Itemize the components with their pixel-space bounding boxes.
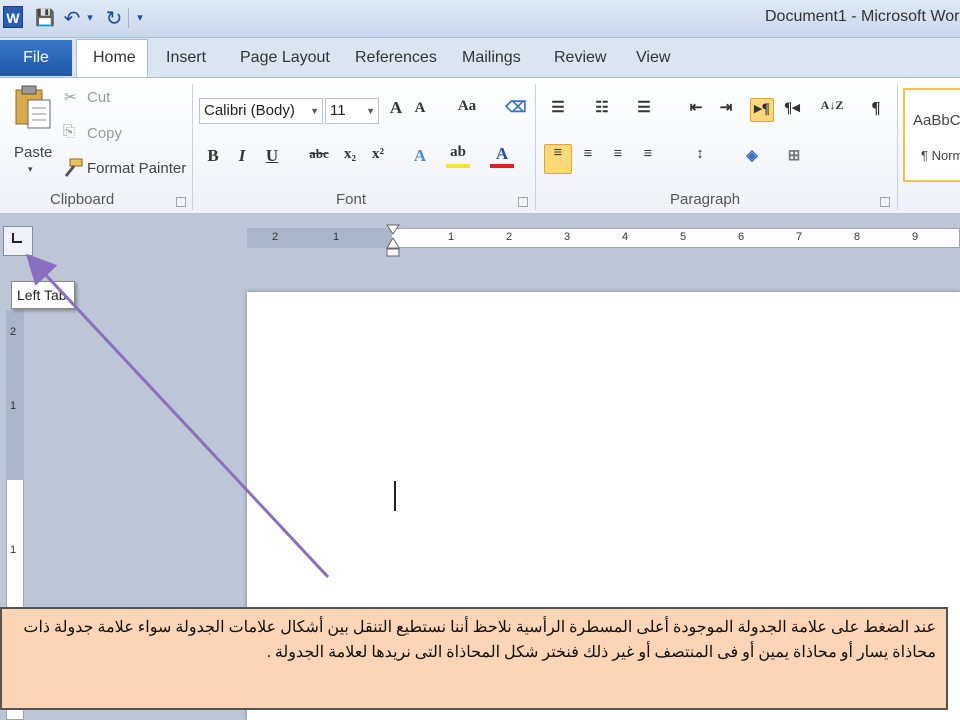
- text-effects-icon[interactable]: A: [408, 146, 432, 170]
- paragraph-launcher-icon[interactable]: [880, 197, 890, 207]
- ruler-number: 1: [10, 544, 17, 556]
- customize-qat-icon[interactable]: ▾: [134, 6, 146, 30]
- subscript-icon[interactable]: x₂: [338, 146, 362, 170]
- text-cursor: [394, 481, 396, 511]
- left-tab-tooltip: Left Tab: [11, 281, 75, 309]
- ruler-number: 1: [448, 231, 455, 243]
- tab-file[interactable]: File: [0, 40, 72, 76]
- strikethrough-icon[interactable]: abc: [304, 146, 334, 170]
- shrink-font-icon[interactable]: A: [408, 100, 432, 124]
- save-icon[interactable]: 💾: [34, 6, 56, 30]
- format-painter-icon: [64, 158, 83, 177]
- ruler-number: 5: [680, 231, 687, 243]
- change-case-icon[interactable]: Aa: [452, 98, 482, 122]
- clipboard-group-label: Clipboard: [50, 191, 115, 208]
- title-bar: W 💾 ↶ ▾ ↻ ▾ Document1 - Microsoft Wor: [0, 0, 960, 38]
- bold-icon[interactable]: B: [201, 146, 225, 170]
- show-formatting-icon[interactable]: ¶: [864, 98, 888, 122]
- increase-indent-icon[interactable]: ⇥: [714, 98, 738, 122]
- tab-view[interactable]: View: [636, 44, 670, 72]
- font-name-value: Calibri (Body): [204, 102, 295, 119]
- rtl-direction-icon[interactable]: ¶◂: [780, 98, 804, 122]
- tab-review[interactable]: Review: [554, 44, 606, 72]
- numbering-icon[interactable]: ☷: [590, 98, 614, 122]
- tab-references[interactable]: References: [355, 44, 437, 72]
- copy-icon: ⎘: [63, 123, 76, 140]
- word-app-icon[interactable]: W: [3, 6, 23, 28]
- tab-mailings[interactable]: Mailings: [462, 44, 521, 72]
- window-title: Document1 - Microsoft Wor: [765, 8, 960, 25]
- borders-icon[interactable]: ⊞: [782, 146, 806, 170]
- align-right-icon[interactable]: ≡: [606, 146, 630, 170]
- shading-icon[interactable]: ◈: [740, 146, 764, 170]
- chevron-down-icon: ▼: [310, 106, 319, 116]
- sort-icon[interactable]: A↓Z: [820, 98, 844, 122]
- paste-icon[interactable]: [12, 84, 52, 130]
- align-left-icon[interactable]: ≡: [544, 144, 572, 174]
- align-center-icon[interactable]: ≡: [576, 146, 600, 170]
- left-tab-icon: [12, 233, 22, 243]
- superscript-icon[interactable]: x²: [366, 146, 390, 170]
- italic-icon[interactable]: I: [230, 146, 254, 170]
- style-normal-label: ¶ Norm: [921, 148, 960, 163]
- copy-button[interactable]: Copy: [87, 125, 122, 142]
- ruler-number: 3: [564, 231, 571, 243]
- ribbon-tabs: File Home Insert Page Layout References …: [0, 38, 960, 79]
- ruler-number: 1: [333, 231, 340, 243]
- cut-button[interactable]: Cut: [87, 89, 110, 106]
- style-sample-text: AaBbC: [913, 112, 960, 129]
- ruler-number: 2: [10, 326, 17, 338]
- undo-dropdown-icon[interactable]: ▾: [84, 6, 96, 30]
- style-normal-tile[interactable]: AaBbC ¶ Norm: [903, 88, 960, 182]
- tab-insert[interactable]: Insert: [166, 44, 206, 72]
- ltr-direction-icon[interactable]: ▸¶: [750, 98, 774, 122]
- paste-button[interactable]: Paste: [14, 144, 52, 161]
- ruler-number: 6: [738, 231, 745, 243]
- font-size-value: 11: [330, 102, 346, 119]
- font-name-select[interactable]: Calibri (Body) ▼: [199, 98, 323, 124]
- grow-font-icon[interactable]: A: [384, 98, 408, 122]
- highlight-icon[interactable]: ab: [446, 144, 470, 168]
- group-separator: [535, 84, 536, 210]
- ruler-number: 7: [796, 231, 803, 243]
- bullets-icon[interactable]: ☰: [546, 98, 570, 122]
- paragraph-group-label: Paragraph: [670, 191, 741, 208]
- scissors-icon: ✂: [64, 89, 77, 106]
- paste-dropdown-icon[interactable]: ▾: [28, 164, 33, 175]
- ruler-number: 2: [272, 231, 279, 243]
- decrease-indent-icon[interactable]: ⇤: [684, 98, 708, 122]
- ruler-number: 1: [10, 400, 17, 412]
- annotation-callout: عند الضغط على علامة الجدولة الموجودة أعل…: [0, 607, 948, 710]
- ribbon: Paste ▾ ✂ Cut ⎘ Copy Format Painter Clip…: [0, 77, 960, 214]
- line-spacing-icon[interactable]: ↕: [688, 146, 712, 170]
- group-separator: [192, 84, 193, 210]
- clipboard-launcher-icon[interactable]: [176, 197, 186, 207]
- group-separator: [897, 84, 898, 210]
- ruler-number: 8: [854, 231, 861, 243]
- indent-marker-icon[interactable]: [385, 224, 401, 258]
- underline-icon[interactable]: U: [260, 146, 284, 170]
- ruler-number: 4: [622, 231, 629, 243]
- horizontal-ruler-margin: [247, 228, 392, 248]
- font-launcher-icon[interactable]: [518, 197, 528, 207]
- ruler-number: 9: [912, 231, 919, 243]
- qat-separator: [128, 8, 129, 28]
- clear-formatting-icon[interactable]: ⌫: [504, 98, 528, 122]
- tab-home[interactable]: Home: [93, 44, 136, 72]
- font-color-icon[interactable]: A: [490, 144, 514, 168]
- font-size-select[interactable]: 11 ▼: [325, 98, 379, 124]
- ruler-number: 2: [506, 231, 513, 243]
- undo-icon[interactable]: ↶: [62, 6, 82, 30]
- font-group-label: Font: [336, 191, 367, 208]
- format-painter-button[interactable]: Format Painter: [87, 160, 186, 177]
- redo-icon[interactable]: ↻: [104, 6, 124, 30]
- chevron-down-icon: ▼: [366, 106, 375, 116]
- tab-page-layout[interactable]: Page Layout: [240, 44, 330, 72]
- multilevel-list-icon[interactable]: ☰: [632, 98, 656, 122]
- justify-icon[interactable]: ≡: [636, 146, 660, 170]
